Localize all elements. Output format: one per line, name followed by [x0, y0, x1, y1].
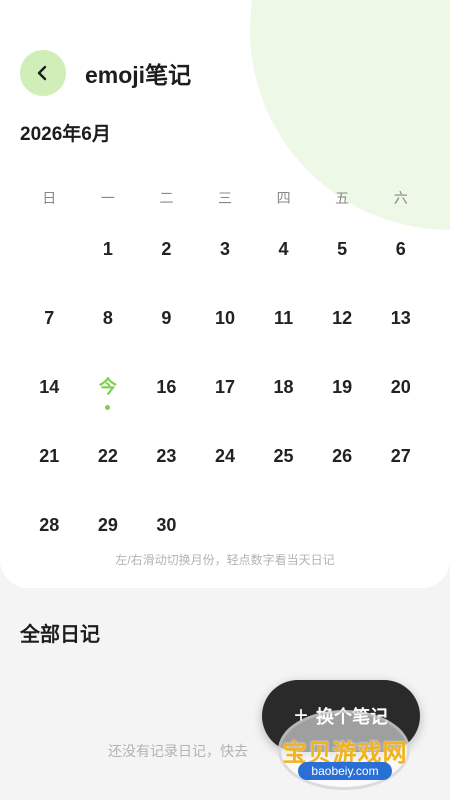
weekday-label: 日: [42, 190, 57, 206]
calendar-day[interactable]: 12: [313, 299, 372, 337]
month-label[interactable]: 2026年6月: [20, 119, 111, 146]
calendar-hint: 左/右滑动切换月份，轻点数字看当天日记: [115, 553, 335, 567]
calendar-day[interactable]: 17: [196, 368, 255, 406]
calendar-day[interactable]: 18: [254, 368, 313, 406]
calendar-card: emoji笔记 2026年6月 日 一 二 三 四 五 六 1 2 3 4 5 …: [0, 0, 450, 588]
empty-state-text: 还没有记录日记，快去: [108, 743, 248, 759]
section-title: 全部日记: [20, 624, 100, 646]
calendar-day[interactable]: 6: [371, 230, 430, 268]
weekday-label: 四: [276, 190, 291, 206]
weekday-label: 一: [100, 190, 115, 206]
calendar-day-empty: [196, 506, 255, 544]
calendar-day[interactable]: 11: [254, 299, 313, 337]
chevron-left-icon: [37, 65, 47, 81]
calendar-day[interactable]: 3: [196, 230, 255, 268]
calendar-day[interactable]: 2: [137, 230, 196, 268]
calendar-day[interactable]: 25: [254, 437, 313, 475]
calendar-day-today[interactable]: 今: [79, 368, 138, 410]
calendar-day[interactable]: 10: [196, 299, 255, 337]
calendar-day[interactable]: 20: [371, 368, 430, 406]
page-title: emoji笔记: [85, 62, 192, 88]
watermark-logo: 宝贝游戏网 baobeiy.com: [270, 700, 420, 795]
calendar-day[interactable]: 16: [137, 368, 196, 406]
weekday-label: 三: [218, 190, 233, 206]
weekday-label: 二: [159, 190, 174, 206]
calendar-day-empty: [371, 506, 430, 544]
calendar-day[interactable]: 28: [20, 506, 79, 544]
calendar-day[interactable]: 30: [137, 506, 196, 544]
weekday-label: 五: [335, 190, 350, 206]
calendar-day[interactable]: 13: [371, 299, 430, 337]
back-button[interactable]: [20, 50, 66, 96]
calendar-day[interactable]: 19: [313, 368, 372, 406]
calendar-day[interactable]: 22: [79, 437, 138, 475]
calendar-day-empty: [20, 230, 79, 268]
calendar-day[interactable]: 29: [79, 506, 138, 544]
today-label: 今: [98, 377, 117, 397]
calendar-day[interactable]: 26: [313, 437, 372, 475]
calendar-day[interactable]: 4: [254, 230, 313, 268]
weekday-label: 六: [393, 190, 408, 206]
calendar-day[interactable]: 9: [137, 299, 196, 337]
calendar-day[interactable]: 1: [79, 230, 138, 268]
calendar-day-empty: [313, 506, 372, 544]
calendar-day[interactable]: 8: [79, 299, 138, 337]
calendar-day[interactable]: 21: [20, 437, 79, 475]
calendar-day[interactable]: 5: [313, 230, 372, 268]
calendar-day[interactable]: 7: [20, 299, 79, 337]
header: emoji笔记: [20, 50, 191, 96]
calendar-day[interactable]: 24: [196, 437, 255, 475]
calendar-day[interactable]: 27: [371, 437, 430, 475]
today-dot: [105, 405, 111, 410]
weekday-header: 日 一 二 三 四 五 六: [20, 188, 430, 208]
calendar-day[interactable]: 23: [137, 437, 196, 475]
calendar-grid: 1 2 3 4 5 6 7 8 9 10 11 12 13 14 今 16 17…: [20, 230, 430, 542]
calendar-day-empty: [254, 506, 313, 544]
calendar-day[interactable]: 14: [20, 368, 79, 406]
watermark-url: baobeiy.com: [298, 762, 392, 780]
